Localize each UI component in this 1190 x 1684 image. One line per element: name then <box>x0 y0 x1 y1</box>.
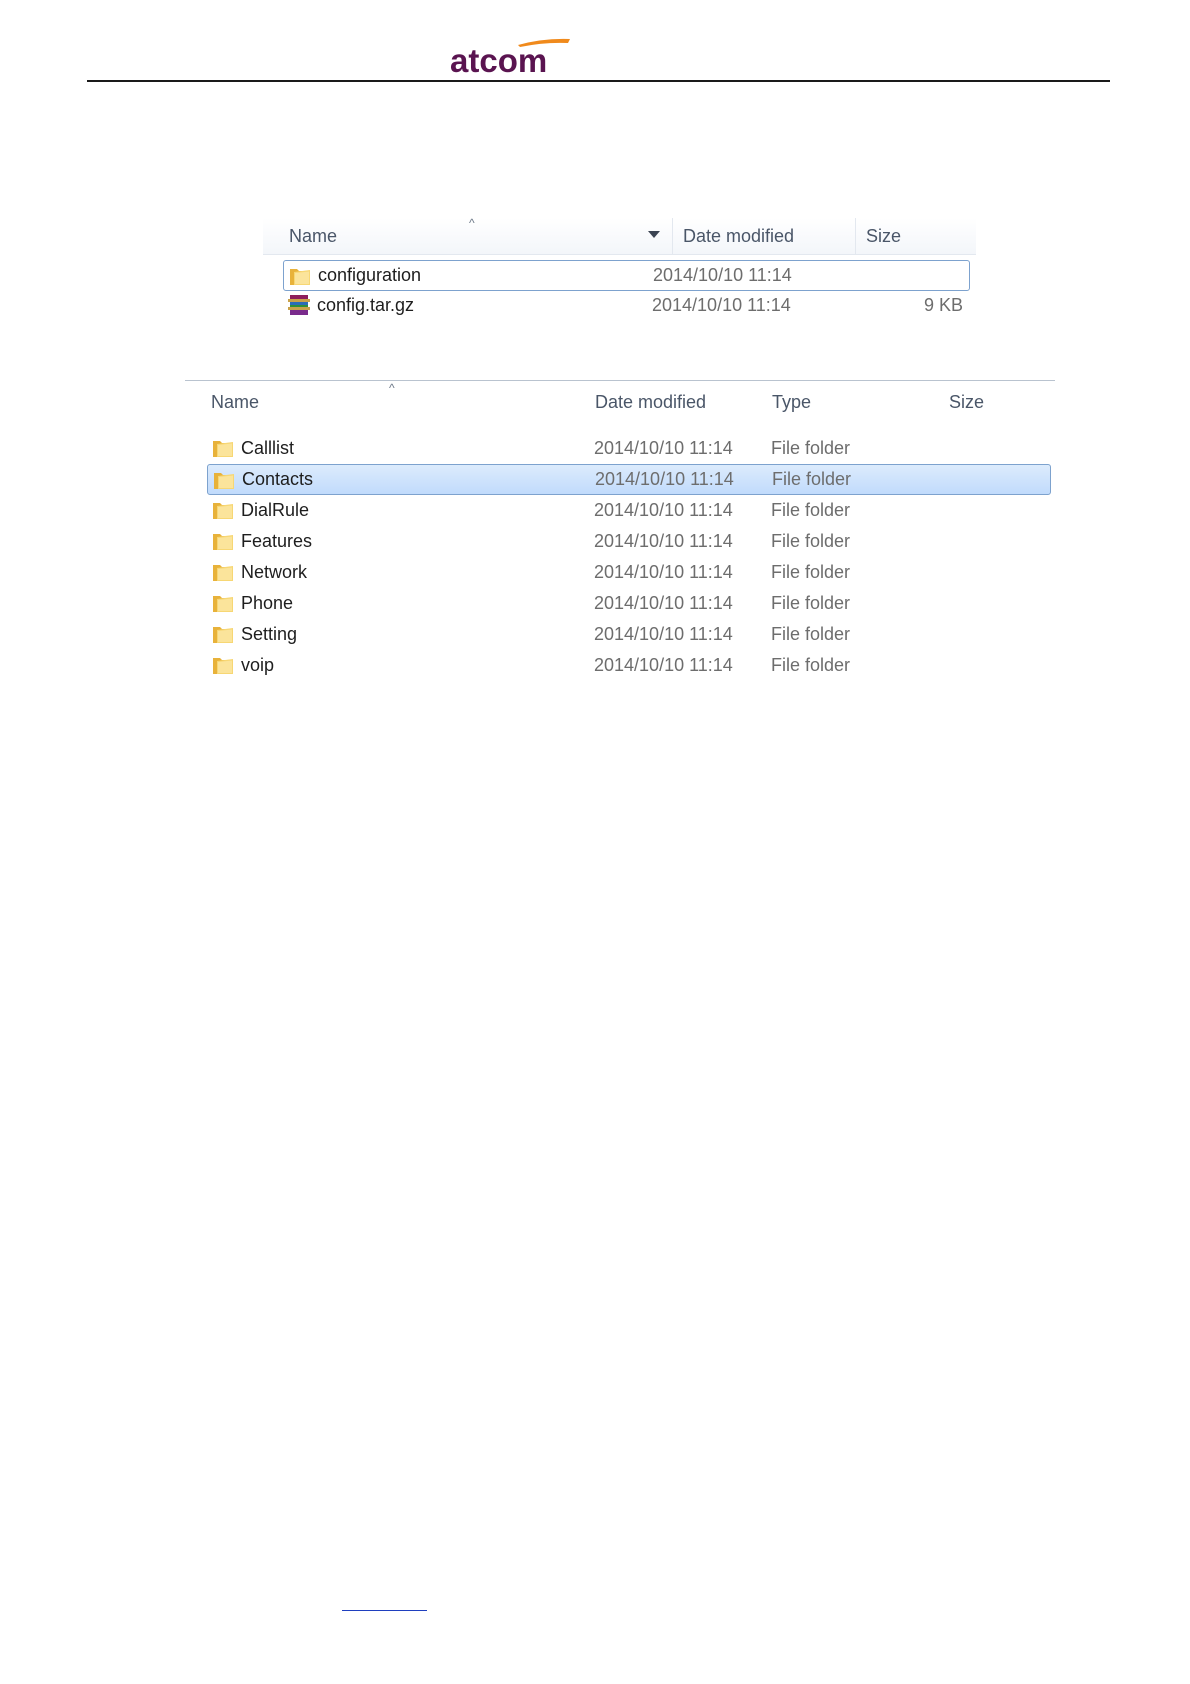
folder-date-modified: 2014/10/10 11:14 <box>594 500 733 520</box>
folder-row[interactable]: Setting 2014/10/10 11:14 File folder <box>207 619 1051 650</box>
folder-date-modified: 2014/10/10 11:14 <box>594 655 733 675</box>
explorer-pane-archive: ^ Name Date modified Size configuration 2… <box>263 217 976 338</box>
folder-row[interactable]: Phone 2014/10/10 11:14 File folder <box>207 588 1051 619</box>
folder-date-modified: 2014/10/10 11:14 <box>594 562 733 582</box>
folder-date-modified: 2014/10/10 11:14 <box>594 624 733 644</box>
column-date-modified[interactable]: Date modified <box>585 381 762 423</box>
atcom-logo: atcom <box>450 38 570 76</box>
file-name: config.tar.gz <box>317 295 415 315</box>
column-date-label: Date modified <box>595 391 707 412</box>
folder-row[interactable]: Network 2014/10/10 11:14 File folder <box>207 557 1051 588</box>
folder-icon <box>211 654 235 676</box>
column-type[interactable]: Type <box>762 381 939 423</box>
folder-name: Contacts <box>242 469 314 489</box>
column-date-modified[interactable]: Date modified <box>673 218 856 254</box>
column-size-label: Size <box>949 391 985 412</box>
column-size-label: Size <box>866 225 902 246</box>
folder-date-modified: 2014/10/10 11:14 <box>594 593 733 613</box>
column-date-label: Date modified <box>683 225 795 246</box>
folder-type: File folder <box>771 655 851 675</box>
folder-type: File folder <box>771 531 851 551</box>
folder-row[interactable]: Contacts 2014/10/10 11:14 File folder <box>207 464 1051 495</box>
folder-name: Features <box>241 531 313 551</box>
folder-row[interactable]: Features 2014/10/10 11:14 File folder <box>207 526 1051 557</box>
file-date-modified: 2014/10/10 11:14 <box>652 295 791 315</box>
folder-icon <box>288 265 312 287</box>
folder-name: Setting <box>241 624 298 644</box>
column-name-label: Name <box>289 225 338 246</box>
column-header-row: ^ Name Date modified Size <box>263 217 976 255</box>
column-name[interactable]: Name <box>263 218 673 254</box>
archive-icon <box>287 294 311 316</box>
folder-type: File folder <box>771 593 851 613</box>
file-row[interactable]: configuration 2014/10/10 11:14 <box>283 260 970 291</box>
folder-type: File folder <box>771 562 851 582</box>
file-date-modified: 2014/10/10 11:14 <box>653 265 792 285</box>
folder-icon <box>211 437 235 459</box>
folder-date-modified: 2014/10/10 11:14 <box>594 438 733 458</box>
header-divider <box>87 80 1110 82</box>
file-size <box>844 261 964 290</box>
column-size[interactable]: Size <box>856 218 976 254</box>
folder-name: voip <box>241 655 275 675</box>
folder-name: Phone <box>241 593 294 613</box>
folder-type: File folder <box>771 624 851 644</box>
column-size[interactable]: Size <box>939 381 1055 423</box>
column-filter-dropdown-icon[interactable] <box>648 231 660 238</box>
folder-name: DialRule <box>241 500 310 520</box>
folder-icon <box>211 530 235 552</box>
folder-icon <box>211 592 235 614</box>
folder-date-modified: 2014/10/10 11:14 <box>595 469 734 489</box>
folder-type: File folder <box>772 469 852 489</box>
file-size: 9 KB <box>923 295 963 315</box>
column-type-label: Type <box>772 391 812 412</box>
column-header-row: ^ Name Date modified Type Size <box>185 380 1055 423</box>
folder-icon <box>211 561 235 583</box>
folder-icon <box>212 469 236 491</box>
folder-icon <box>211 623 235 645</box>
column-name-label: Name <box>211 391 260 412</box>
folder-row[interactable]: voip 2014/10/10 11:14 File folder <box>207 650 1051 681</box>
svg-text:atcom: atcom <box>450 42 547 76</box>
footer-link-underline[interactable] <box>342 1610 427 1611</box>
folder-name: Calllist <box>241 438 295 458</box>
file-row[interactable]: config.tar.gz 2014/10/10 11:14 9 KB <box>283 290 970 321</box>
folder-type: File folder <box>771 500 851 520</box>
folder-row[interactable]: DialRule 2014/10/10 11:14 File folder <box>207 495 1051 526</box>
explorer-pane-configuration: ^ Name Date modified Type Size Calllist 2… <box>185 380 1055 678</box>
folder-row[interactable]: Calllist 2014/10/10 11:14 File folder <box>207 433 1051 464</box>
folder-date-modified: 2014/10/10 11:14 <box>594 531 733 551</box>
file-name: configuration <box>318 265 422 285</box>
folder-icon <box>211 499 235 521</box>
folder-type: File folder <box>771 438 851 458</box>
folder-name: Network <box>241 562 308 582</box>
column-name[interactable]: Name <box>185 381 585 423</box>
